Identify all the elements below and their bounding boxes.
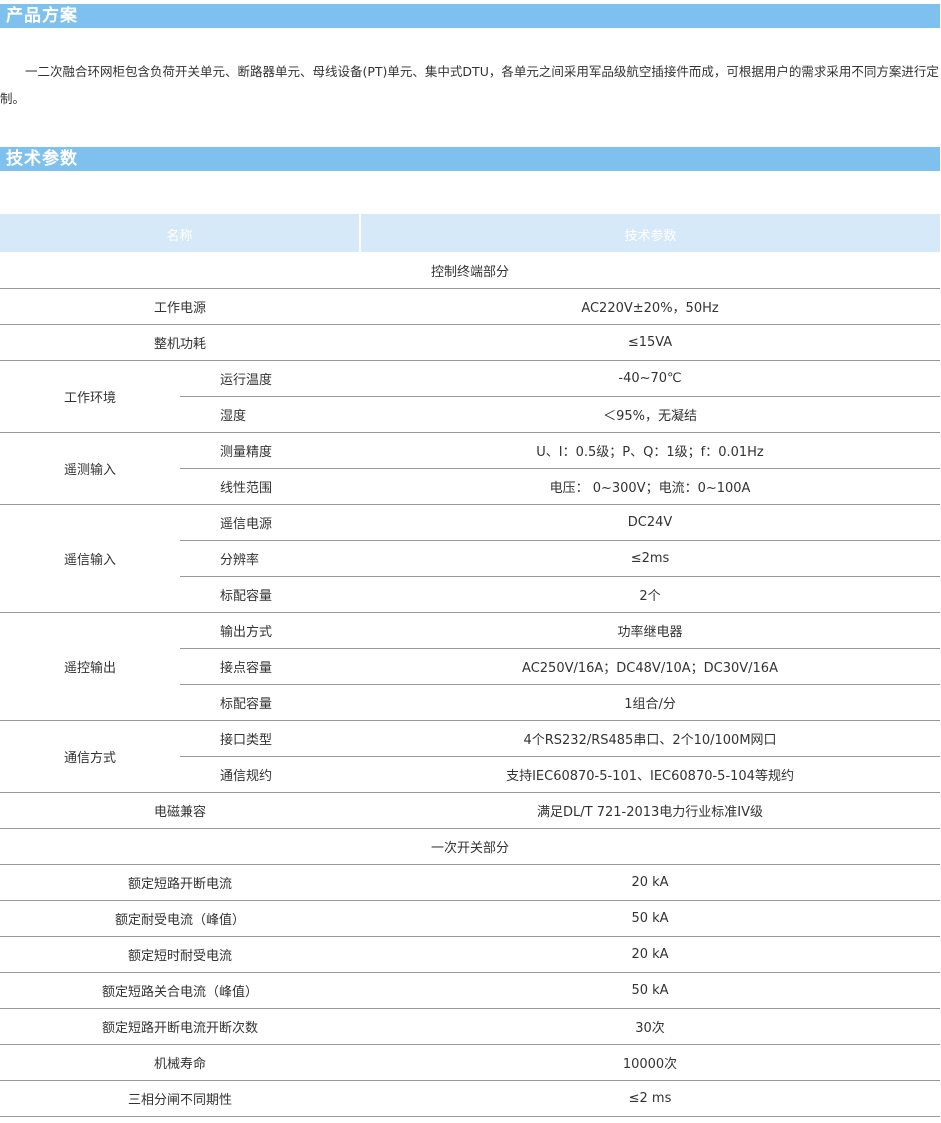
table-row: 机械寿命 10000次	[0, 1044, 941, 1081]
row-value: 2个	[360, 576, 941, 613]
row-value: 电压： 0~300V；电流：0~100A	[360, 468, 941, 505]
row-value: 1组合/分	[360, 684, 941, 721]
primary-section-label: 一次开关部分	[0, 828, 941, 865]
row-label: 额定短路开断电流开断次数	[0, 1008, 361, 1045]
table-row: 一次开关部分	[0, 828, 941, 865]
row-label: 额定短时耐受电流	[0, 936, 361, 973]
sub-label: 运行温度	[180, 360, 361, 397]
table-row: 额定短路开断电流开断次数 30次	[0, 1008, 941, 1045]
sub-label: 湿度	[180, 396, 361, 433]
product-section-title: 产品方案	[6, 6, 78, 26]
row-label: 整机功耗	[0, 324, 361, 361]
control-section-label: 控制终端部分	[0, 252, 941, 289]
table-row: 额定短路开断电流 20 kA	[0, 864, 941, 901]
specs-section-bar: 技术参数	[0, 147, 940, 171]
row-value: 10000次	[360, 1044, 941, 1081]
specs-section-title: 技术参数	[6, 149, 78, 169]
row-label: 工作电源	[0, 288, 361, 325]
row-value: ≤15VA	[360, 324, 941, 361]
group-label: 遥测输入	[0, 432, 180, 505]
sub-label: 遥信电源	[180, 504, 361, 541]
sub-label: 接口类型	[180, 720, 361, 757]
sub-label: 标配容量	[180, 576, 361, 613]
row-value: 50 kA	[360, 900, 941, 937]
table-row: 工作电源 AC220V±20%，50Hz	[0, 288, 941, 325]
header-value: 技术参数	[360, 214, 941, 253]
table-row: 遥测输入 测量精度 U、I：0.5级；P、Q：1级；f：0.01Hz	[0, 432, 941, 505]
table-row: 通信方式 接口类型 4个RS232/RS485串口、2个10/100M网口	[0, 720, 941, 793]
row-value: 4个RS232/RS485串口、2个10/100M网口	[360, 720, 941, 757]
row-label: 机械寿命	[0, 1044, 361, 1081]
table-row: 工作环境 运行温度 -40~70℃	[0, 360, 941, 433]
row-label: 额定短路开断电流	[0, 864, 361, 901]
row-value: 支持IEC60870-5-101、IEC60870-5-104等规约	[360, 756, 941, 793]
group-label: 工作环境	[0, 360, 180, 433]
intro-paragraph: 一二次融合环网柜包含负荷开关单元、断路器单元、母线设备(PT)单元、集中式DTU…	[0, 64, 939, 106]
group-label: 遥控输出	[0, 612, 180, 721]
sub-label: 接点容量	[180, 648, 361, 685]
header-name: 名称	[0, 214, 362, 253]
row-value: 功率继电器	[360, 612, 941, 649]
row-value: ≤2 ms	[360, 1080, 941, 1117]
sub-label: 分辨率	[180, 540, 361, 577]
row-value: 30次	[360, 1008, 941, 1045]
table-row: 额定短路关合电流（峰值） 50 kA	[0, 972, 941, 1009]
table-row: 额定短时耐受电流 20 kA	[0, 936, 941, 973]
row-value: AC220V±20%，50Hz	[360, 288, 941, 325]
sub-label: 测量精度	[180, 432, 361, 469]
group-label: 遥信输入	[0, 504, 180, 613]
product-section-bar: 产品方案	[0, 4, 940, 28]
table-row: 三相分闸不同期性 ≤2 ms	[0, 1080, 941, 1117]
row-value: DC24V	[360, 504, 941, 541]
table-header-row: 名称 技术参数	[0, 214, 941, 253]
spec-table: 名称 技术参数 控制终端部分 工作电源 AC220V±20%，50Hz 整机功耗…	[0, 214, 941, 1117]
row-value: 20 kA	[360, 864, 941, 901]
table-row: 遥控输出 输出方式 功率继电器	[0, 612, 941, 721]
table-row: 整机功耗 ≤15VA	[0, 324, 941, 361]
row-label: 额定耐受电流（峰值）	[0, 900, 361, 937]
sub-label: 线性范围	[180, 468, 361, 505]
table-row: 额定耐受电流（峰值） 50 kA	[0, 900, 941, 937]
row-value: 50 kA	[360, 972, 941, 1009]
table-row: 遥信输入 遥信电源 DC24V	[0, 504, 941, 613]
row-value: 20 kA	[360, 936, 941, 973]
row-label: 三相分闸不同期性	[0, 1080, 361, 1117]
row-value: 满足DL/T 721-2013电力行业标准IV级	[360, 792, 941, 829]
row-label: 额定短路关合电流（峰值）	[0, 972, 361, 1009]
group-label: 通信方式	[0, 720, 180, 793]
table-row: 电磁兼容 满足DL/T 721-2013电力行业标准IV级	[0, 792, 941, 829]
row-value: -40~70℃	[360, 360, 941, 397]
table-row: 控制终端部分	[0, 252, 941, 289]
sub-label: 输出方式	[180, 612, 361, 649]
row-value: ＜95%，无凝结	[360, 396, 941, 433]
row-value: AC250V/16A；DC48V/10A；DC30V/16A	[360, 648, 941, 685]
row-value: ≤2ms	[360, 540, 941, 577]
sub-label: 通信规约	[180, 756, 361, 793]
sub-label: 标配容量	[180, 684, 361, 721]
row-value: U、I：0.5级；P、Q：1级；f：0.01Hz	[360, 432, 941, 469]
row-label: 电磁兼容	[0, 792, 361, 829]
